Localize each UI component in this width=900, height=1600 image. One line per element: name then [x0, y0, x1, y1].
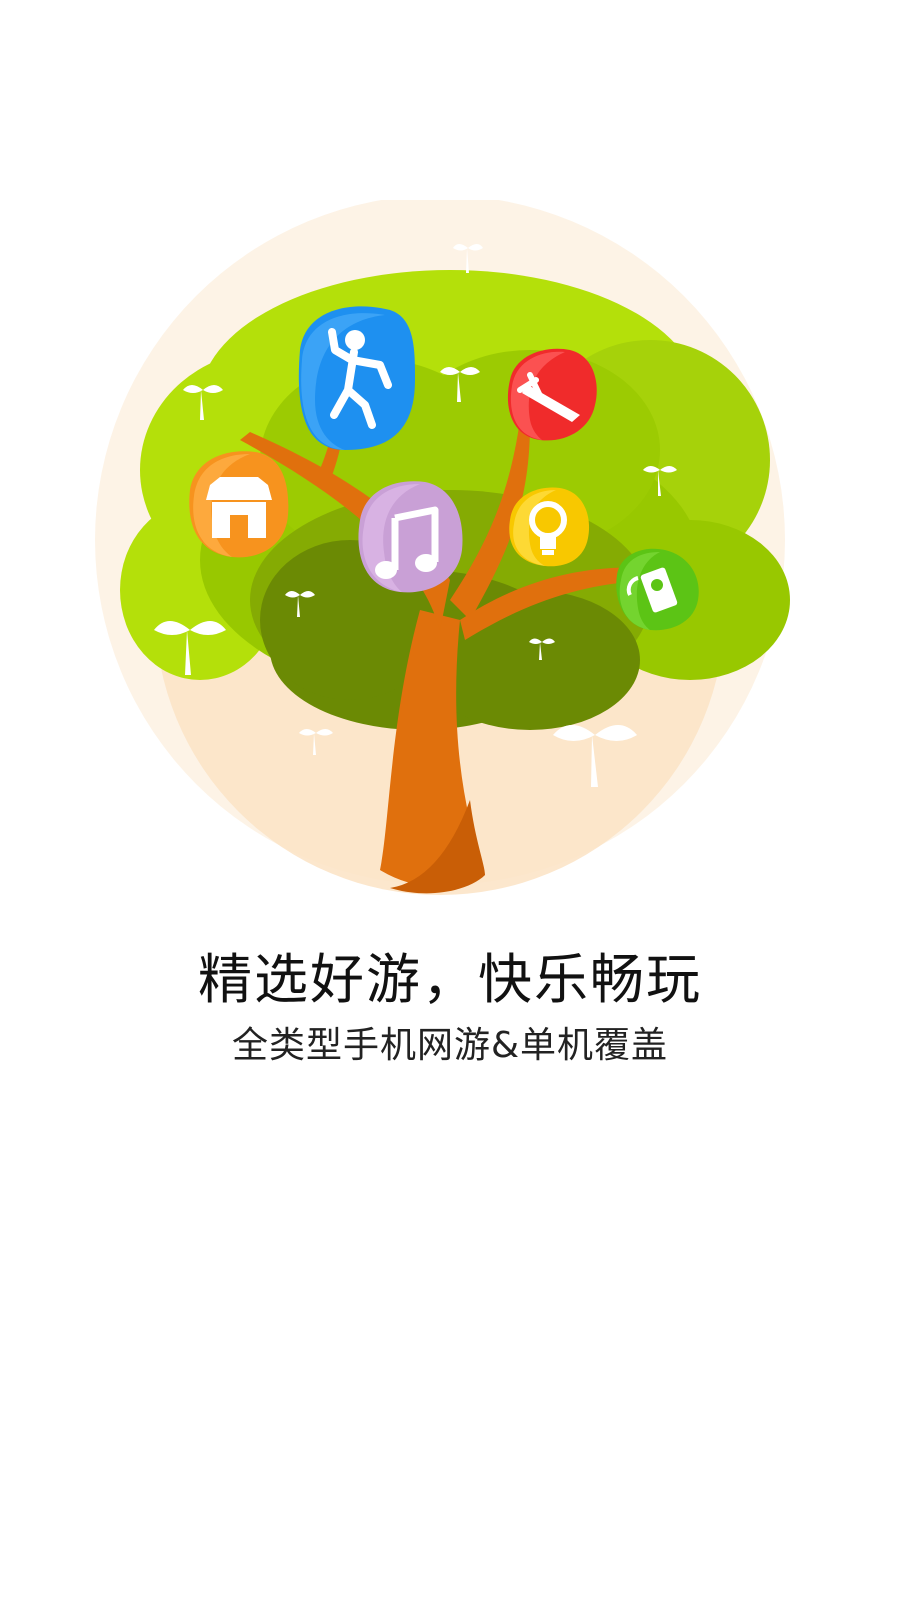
lightbulb-icon — [509, 487, 590, 567]
game-tree-illustration — [95, 200, 790, 895]
page-title: 精选好游，快乐畅玩 — [198, 948, 702, 1011]
person-dancing-icon — [298, 306, 415, 450]
music-note-icon — [358, 481, 463, 593]
page-subtitle: 全类型手机网游&单机覆盖 — [231, 1025, 669, 1066]
store-icon — [189, 451, 289, 558]
splash-screen: 精选好游，快乐畅玩 全类型手机网游&单机覆盖 — [0, 0, 900, 1600]
